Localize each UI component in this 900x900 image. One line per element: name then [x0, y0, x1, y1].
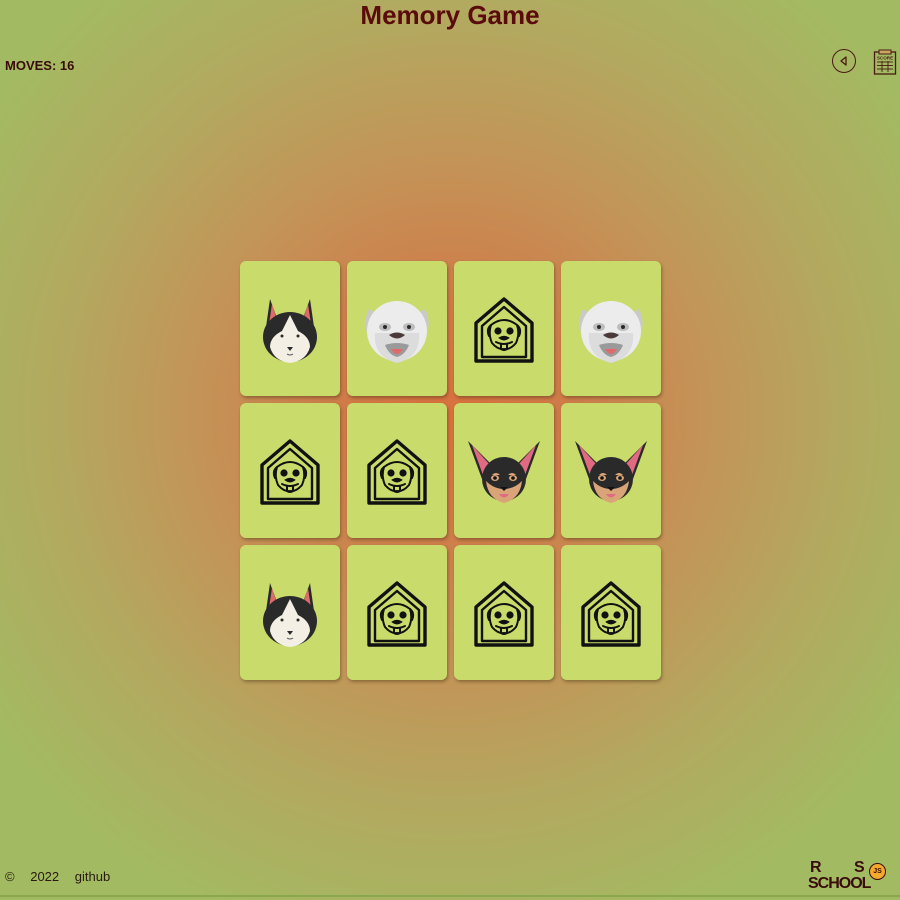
back-button[interactable] [832, 49, 856, 73]
memory-card[interactable] [561, 403, 661, 538]
score-notepad-icon: SCORE [873, 49, 897, 75]
page-title: Memory Game [360, 0, 540, 30]
memory-card[interactable] [347, 403, 447, 538]
bottom-divider [0, 895, 900, 897]
memory-card[interactable] [454, 403, 554, 538]
chihuahua-dog-icon [468, 440, 540, 503]
back-triangle-icon [840, 56, 847, 66]
bulldog-dog-icon [365, 300, 429, 363]
memory-card[interactable] [240, 545, 340, 680]
doghouse-card-back-icon [260, 438, 320, 505]
github-link[interactable]: github [75, 869, 110, 884]
doghouse-card-back-icon [474, 296, 534, 363]
score-button[interactable]: SCORE [873, 49, 897, 75]
moves-counter: MOVES: 16 [5, 58, 75, 73]
score-icon-text: SCORE [877, 56, 893, 61]
memory-card[interactable] [240, 403, 340, 538]
memory-card[interactable] [561, 261, 661, 396]
husky-dog-icon [263, 582, 317, 647]
logo-school: SCHOOL [808, 875, 871, 892]
logo-js-badge: JS [869, 863, 886, 880]
footer: © 2022 github [5, 869, 110, 884]
rs-school-logo[interactable]: R S JS SCHOOL [808, 860, 900, 896]
doghouse-card-back-icon [367, 438, 427, 505]
memory-card[interactable] [561, 545, 661, 680]
memory-card[interactable] [347, 545, 447, 680]
memory-card[interactable] [454, 261, 554, 396]
doghouse-card-back-icon [474, 580, 534, 647]
copyright-symbol: © [5, 869, 15, 884]
doghouse-card-back-icon [367, 580, 427, 647]
bulldog-dog-icon [579, 300, 643, 363]
memory-card[interactable] [347, 261, 447, 396]
doghouse-card-back-icon [581, 580, 641, 647]
memory-card[interactable] [454, 545, 554, 680]
chihuahua-dog-icon [575, 440, 647, 503]
logo-s: S [854, 859, 865, 876]
footer-year: 2022 [30, 869, 60, 884]
husky-dog-icon [263, 298, 317, 363]
logo-r: R [810, 859, 822, 876]
memory-card[interactable] [240, 261, 340, 396]
game-board [240, 261, 662, 681]
